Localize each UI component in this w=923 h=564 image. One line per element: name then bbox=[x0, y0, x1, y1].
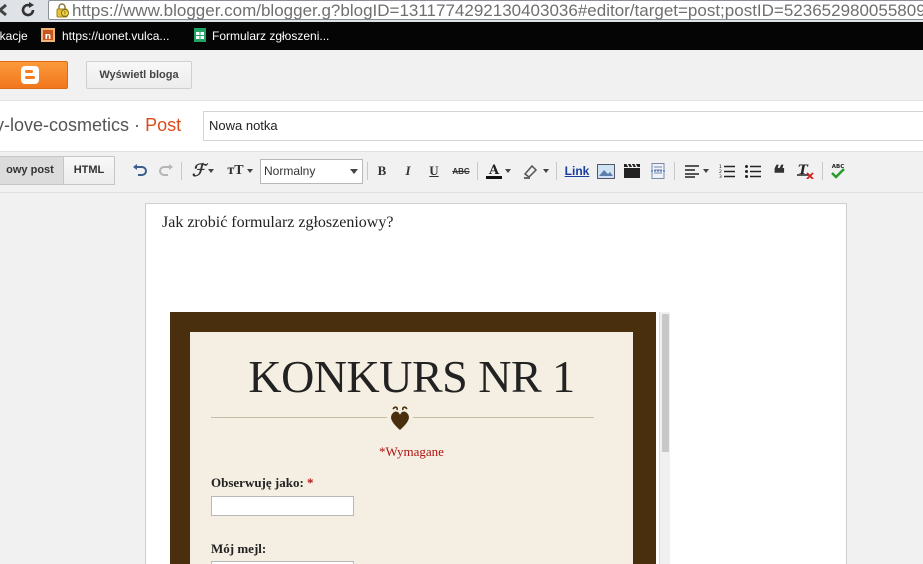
embedded-form-frame: KONKURS NR 1 *Wymagane Obserwuję jako: *… bbox=[170, 312, 656, 564]
embedded-form: KONKURS NR 1 *Wymagane Obserwuję jako: *… bbox=[190, 332, 633, 564]
chevron-down-icon bbox=[350, 169, 358, 174]
post-title-row: y-love-cosmetics · Post Nowa notka bbox=[0, 101, 923, 151]
svg-text:A: A bbox=[487, 163, 499, 178]
google-sheets-icon bbox=[194, 28, 206, 42]
numbered-list-icon[interactable]: 123 bbox=[717, 160, 737, 182]
blog-name[interactable]: y-love-cosmetics bbox=[0, 115, 129, 135]
bold-icon[interactable]: B bbox=[373, 160, 391, 182]
text-color-icon[interactable]: A bbox=[483, 160, 513, 182]
toolbar-divider bbox=[181, 162, 182, 180]
bookmark-formularz[interactable]: Formularz zgłoszeni... bbox=[212, 22, 329, 50]
bulleted-list-icon[interactable] bbox=[743, 160, 763, 182]
blogger-home-button[interactable] bbox=[0, 61, 68, 89]
post-body-text[interactable]: Jak zrobić formularz zgłoszeniowy? bbox=[162, 214, 393, 232]
toolbar-divider bbox=[556, 162, 557, 180]
toolbar-divider bbox=[367, 162, 368, 180]
toolbar-divider bbox=[477, 162, 478, 180]
font-size-icon[interactable]: тT bbox=[224, 160, 256, 182]
question-text: Obserwuję jako: bbox=[211, 475, 304, 490]
question-text: Mój mejl: bbox=[211, 541, 267, 556]
insert-link-button[interactable]: Link bbox=[563, 160, 591, 182]
reload-icon[interactable] bbox=[19, 1, 37, 19]
paragraph-format-value: Normalny bbox=[264, 164, 316, 178]
required-note: *Wymagane bbox=[379, 444, 444, 459]
svg-text:n: n bbox=[45, 32, 51, 42]
spellcheck-icon[interactable]: ABC bbox=[828, 160, 848, 182]
required-marker: * bbox=[307, 475, 314, 490]
breadcrumb-post: Post bbox=[145, 115, 182, 135]
insert-image-icon[interactable] bbox=[596, 160, 616, 182]
question-label: Obserwuję jako: * bbox=[211, 475, 314, 491]
blogger-header: Wyświetl bloga bbox=[0, 50, 923, 101]
back-arrow-icon[interactable] bbox=[0, 1, 10, 19]
address-bar[interactable]: ! https://www.blogger.com/blogger.g?blog… bbox=[48, 0, 923, 20]
paragraph-format-select[interactable]: Normalny bbox=[260, 159, 363, 184]
compose-mode-tab[interactable]: owy post bbox=[0, 156, 64, 185]
toolbar-divider bbox=[822, 162, 823, 180]
strikethrough-icon[interactable]: ABC bbox=[450, 160, 472, 182]
insert-video-icon[interactable] bbox=[622, 160, 642, 182]
browser-toolbar: ! https://www.blogger.com/blogger.g?blog… bbox=[0, 0, 923, 22]
scrollbar-thumb[interactable] bbox=[662, 314, 669, 452]
url-text[interactable]: https://www.blogger.com/blogger.g?blogID… bbox=[72, 1, 923, 20]
editor-toolbar: owy post HTML ℱ тT Normalny B I U ABC A … bbox=[0, 151, 923, 193]
svg-text:!: ! bbox=[64, 11, 66, 18]
align-icon[interactable] bbox=[681, 160, 711, 182]
bookmarks-bar: ikacje n https://uonet.vulca... Formular… bbox=[0, 22, 923, 50]
italic-icon[interactable]: I bbox=[399, 160, 417, 182]
form-scrollbar[interactable] bbox=[659, 312, 670, 564]
html-mode-tab[interactable]: HTML bbox=[63, 156, 115, 185]
bookmark-apps[interactable]: ikacje bbox=[0, 22, 28, 50]
svg-text:3: 3 bbox=[719, 174, 722, 178]
blogger-logo-icon bbox=[21, 66, 39, 84]
quote-icon[interactable]: ❝ bbox=[769, 160, 789, 185]
undo-icon[interactable] bbox=[130, 160, 150, 182]
breadcrumb: y-love-cosmetics · Post bbox=[0, 115, 181, 136]
uonet-icon: n bbox=[41, 28, 55, 42]
toolbar-divider bbox=[674, 162, 675, 180]
security-warning-icon[interactable]: ! bbox=[55, 2, 69, 18]
question-label: Mój mejl: bbox=[211, 541, 266, 557]
view-blog-button[interactable]: Wyświetl bloga bbox=[86, 61, 192, 89]
clear-formatting-icon[interactable]: T bbox=[795, 160, 817, 182]
breadcrumb-separator: · bbox=[134, 115, 141, 135]
heart-ornament-icon bbox=[387, 406, 413, 430]
post-body-editor[interactable]: Jak zrobić formularz zgłoszeniowy? KONKU… bbox=[145, 203, 847, 564]
bookmark-uonet[interactable]: https://uonet.vulca... bbox=[62, 22, 169, 50]
underline-icon[interactable]: U bbox=[425, 160, 443, 182]
insert-jump-break-icon[interactable] bbox=[648, 160, 668, 182]
highlight-color-icon[interactable] bbox=[519, 160, 551, 182]
redo-icon[interactable] bbox=[156, 160, 176, 182]
observe-as-input[interactable] bbox=[211, 496, 354, 516]
font-family-icon[interactable]: ℱ bbox=[188, 160, 218, 182]
post-title-input[interactable]: Nowa notka bbox=[203, 111, 923, 141]
form-title: KONKURS NR 1 bbox=[248, 351, 575, 402]
